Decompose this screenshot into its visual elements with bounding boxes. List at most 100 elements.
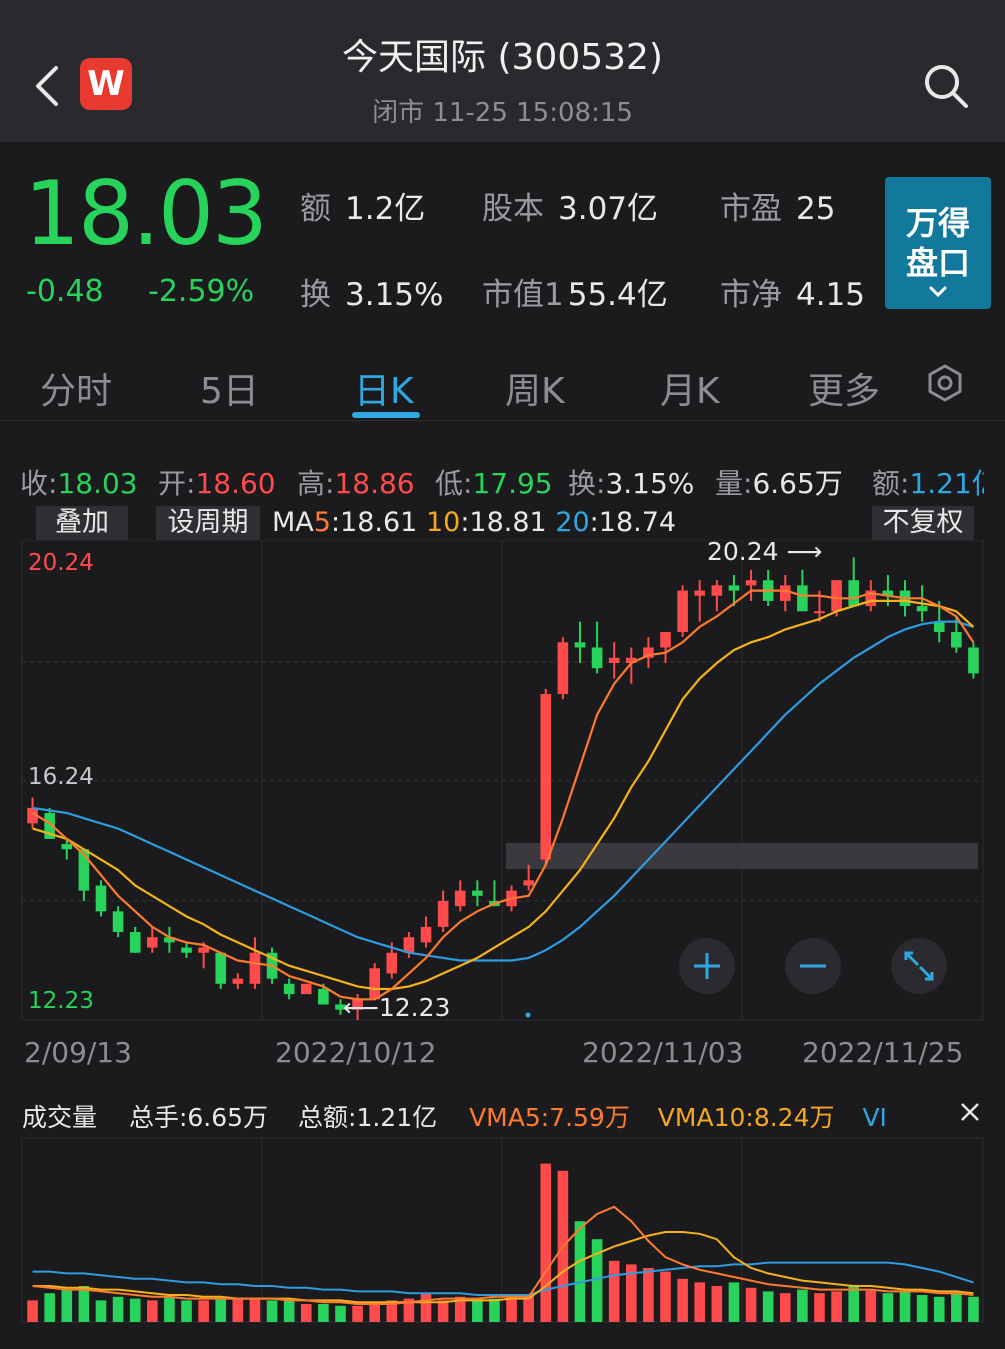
ohlc-label: 量:: [715, 467, 753, 500]
stat-value: 3.15%: [345, 277, 444, 313]
vma10-key: VMA10: [657, 1103, 746, 1132]
vol-key: VI: [862, 1103, 887, 1132]
volume-bar: [112, 1296, 124, 1322]
ohlc-turnover: 换:3.15%: [568, 462, 694, 502]
volume-total-amount: 总额:1.21亿: [298, 1103, 438, 1132]
volume-bar: [164, 1296, 175, 1322]
candle-body: [95, 885, 107, 912]
volume-bar: [951, 1293, 962, 1322]
zoom-out-button[interactable]: [785, 938, 841, 994]
volume-bar: [660, 1271, 671, 1322]
ma20-value: :18.74: [589, 507, 677, 538]
settings-gear-icon[interactable]: [926, 364, 964, 402]
adjust-mode-button[interactable]: 不复权: [872, 506, 974, 540]
ma10-key: 10: [425, 507, 461, 538]
candle-body: [300, 983, 312, 995]
volume-bar: [899, 1291, 911, 1322]
ma5-key: 5: [313, 507, 331, 538]
stat-value: 3.07亿: [558, 191, 659, 227]
set-period-button[interactable]: 设周期: [156, 506, 260, 540]
candle-body: [779, 585, 791, 601]
cursor-dot: [525, 1012, 531, 1018]
tab-weekly-k[interactable]: 周K: [505, 362, 565, 414]
kline-chart[interactable]: 20.24 16.24 12.23 20.24 ⟶ ⟵12.23: [0, 540, 1005, 1080]
ohlc-label: 高:: [297, 467, 335, 500]
ohlc-value: 3.15%: [605, 467, 695, 500]
tabs-divider: [0, 420, 1005, 421]
stat-market-cap: 市值1 55.4亿: [482, 269, 668, 314]
ohlc-amount: 额:1.21亿: [872, 462, 984, 502]
ma5-value: :18.61: [330, 507, 418, 538]
tab-daily-k[interactable]: 日K: [354, 362, 414, 414]
stock-title: 今天国际 (300532): [342, 37, 663, 78]
volume-bar: [283, 1300, 295, 1322]
tab-more[interactable]: 更多: [808, 362, 880, 414]
ohlc-low: 低:17.95: [435, 462, 553, 502]
x-axis-date-4: 2022/11/25: [802, 1036, 964, 1069]
candle-body: [472, 890, 483, 896]
vma5-key: VMA5: [469, 1103, 541, 1132]
candle-body: [728, 585, 740, 591]
stat-label: 市净: [720, 277, 782, 313]
back-arrow-icon[interactable]: [28, 62, 68, 110]
volume-chart[interactable]: [0, 1136, 1005, 1336]
stat-label: 换: [300, 277, 331, 313]
zoom-in-button[interactable]: [679, 938, 735, 994]
candle-body: [523, 880, 534, 886]
candle-body: [386, 952, 398, 974]
candle-body: [797, 585, 808, 612]
volume-bar: [181, 1300, 192, 1322]
price-change-pct: -2.59%: [148, 274, 255, 309]
stat-label: 额: [300, 191, 331, 227]
volume-header: 成交量 总手:6.65万 总额:1.21亿 VMA5:7.59万 VMA10:8…: [22, 1098, 887, 1134]
ohlc-value: 1.21亿: [909, 467, 984, 500]
candle-body: [198, 947, 209, 953]
candle-body: [232, 978, 244, 984]
candle-body: [181, 947, 192, 953]
chevron-down-icon: [929, 286, 947, 298]
ohlc-label: 低:: [435, 467, 473, 500]
volume-bar: [745, 1287, 757, 1322]
volume-bar: [916, 1295, 928, 1322]
volume-bar: [933, 1296, 945, 1322]
volume-bar: [129, 1298, 141, 1322]
low-annotation: ⟵12.23: [343, 993, 450, 1022]
volume-bar: [300, 1304, 312, 1322]
candle-body: [403, 937, 415, 953]
volume-bar: [489, 1298, 500, 1322]
y-axis-mid: 16.24: [28, 764, 94, 790]
volume-bar: [44, 1293, 55, 1322]
active-tab-indicator: [352, 412, 420, 418]
candle-body: [591, 647, 603, 669]
candle-body: [814, 611, 825, 614]
ma5-line: [32, 589, 975, 1001]
last-price: 18.03: [24, 162, 268, 265]
close-icon[interactable]: [958, 1100, 982, 1124]
volume-bar: [506, 1296, 517, 1322]
candle-body: [831, 580, 842, 612]
fullscreen-expand-icon[interactable]: [891, 938, 947, 994]
volume-bar: [677, 1278, 688, 1322]
volume-bar: [797, 1289, 808, 1322]
y-axis-min: 12.23: [28, 988, 94, 1014]
volume-bar: [335, 1305, 346, 1322]
candle-body: [283, 983, 295, 995]
candle-body: [677, 590, 688, 632]
ohlc-value: 6.65万: [752, 467, 843, 500]
volume-bar: [728, 1282, 740, 1322]
volume-bar: [848, 1286, 859, 1322]
tab-monthly-k[interactable]: 月K: [660, 362, 720, 414]
ohlc-value: 18.60: [195, 467, 276, 500]
ma10-value: :18.81: [460, 507, 547, 538]
candle-body: [437, 901, 449, 927]
tab-intraday[interactable]: 分时: [40, 362, 112, 414]
stat-label: 市盈: [720, 191, 782, 227]
candle-body: [540, 694, 552, 860]
kline-grid: [21, 540, 984, 1021]
overlay-button[interactable]: 叠加: [36, 506, 128, 540]
search-icon[interactable]: [920, 60, 972, 112]
vma5-value: :7.59万: [540, 1103, 630, 1132]
tab-5day[interactable]: 5日: [200, 362, 259, 414]
volume-bar: [420, 1293, 432, 1322]
stat-value: 1.2亿: [345, 191, 426, 227]
